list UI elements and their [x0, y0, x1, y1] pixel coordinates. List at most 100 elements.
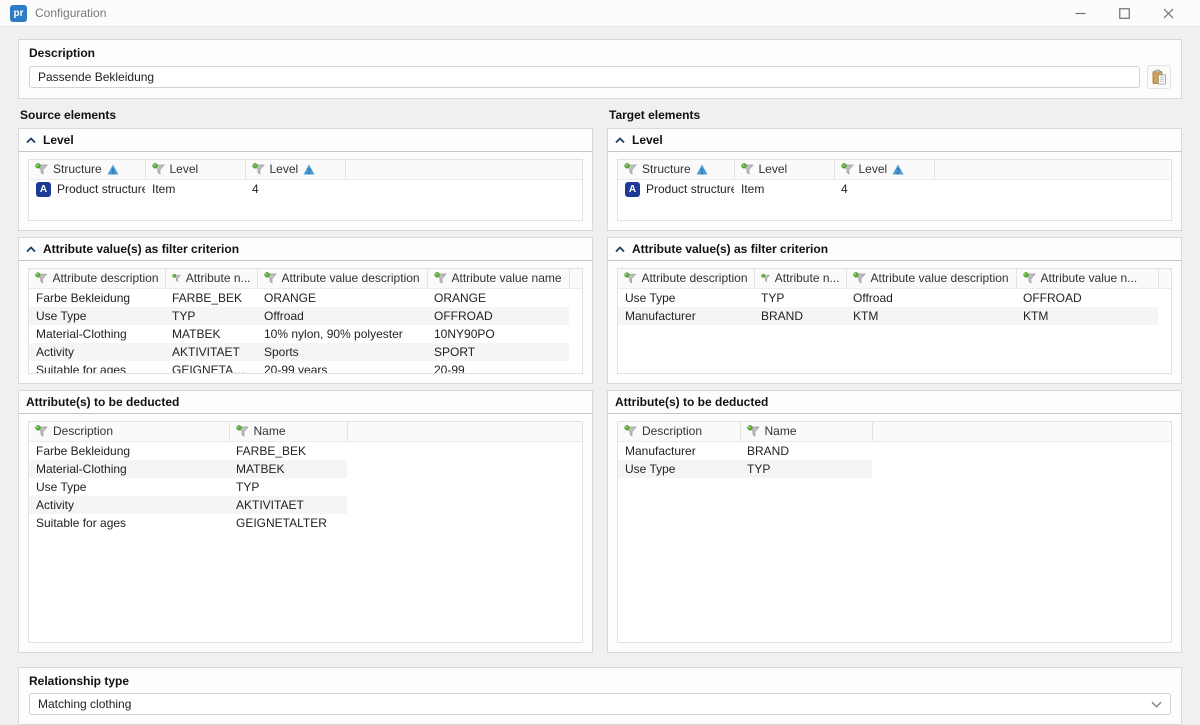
- column-header-filler: [1158, 269, 1171, 288]
- filter-icon: [434, 272, 447, 284]
- sort-ascending-icon: 1: [696, 164, 708, 175]
- relationship-type-label: Relationship type: [29, 674, 1171, 688]
- structure-type-icon: A: [625, 182, 640, 197]
- collapse-chevron-icon: [26, 246, 36, 253]
- table-row[interactable]: A Product structure Item 4: [29, 179, 582, 199]
- clipboard-icon: [1151, 69, 1167, 85]
- column-header-level[interactable]: Level: [734, 160, 834, 179]
- column-header-name[interactable]: Name: [229, 422, 347, 441]
- column-header-description[interactable]: Description: [618, 422, 740, 441]
- maximize-button[interactable]: [1102, 0, 1146, 27]
- description-input[interactable]: [29, 66, 1140, 88]
- column-header-level-number[interactable]: Level 2: [245, 160, 345, 179]
- source-level-table: Structure 1 Level Level: [29, 160, 582, 199]
- column-header-attribute-value-description[interactable]: Attribute value description: [257, 269, 427, 288]
- table-row[interactable]: Use TypeTYP OffroadOFFROAD: [618, 288, 1171, 307]
- app-icon: pr: [10, 5, 27, 22]
- column-header-attribute-description[interactable]: Attribute description: [29, 269, 165, 288]
- target-filter-section: Attribute value(s) as filter criterion A…: [607, 237, 1182, 384]
- minimize-button[interactable]: [1058, 0, 1102, 27]
- column-header-structure[interactable]: Structure 1: [29, 160, 145, 179]
- target-filter-header[interactable]: Attribute value(s) as filter criterion: [608, 238, 1181, 261]
- table-row[interactable]: Suitable for agesGEIGNETALTER 20-99 year…: [29, 361, 582, 375]
- description-label: Description: [29, 46, 1171, 60]
- table-row[interactable]: Suitable for agesGEIGNETALTER: [29, 514, 582, 532]
- table-row[interactable]: Use TypeTYP OffroadOFFROAD: [29, 307, 582, 325]
- column-header-level[interactable]: Level: [145, 160, 245, 179]
- filter-icon: [35, 272, 47, 284]
- filter-icon: [1023, 272, 1036, 284]
- source-filter-table: Attribute description Attribute n... Att…: [29, 269, 582, 374]
- content-area: Description Source elements: [0, 27, 1200, 725]
- maximize-icon: [1119, 8, 1130, 19]
- chevron-down-icon: [1151, 701, 1162, 708]
- filter-icon: [35, 425, 48, 437]
- source-deducted-header: Attribute(s) to be deducted: [19, 391, 592, 414]
- filter-icon: [172, 272, 181, 284]
- source-level-header[interactable]: Level: [19, 129, 592, 152]
- column-header-filler: [872, 422, 1171, 441]
- paste-button[interactable]: [1147, 65, 1171, 89]
- column-header-attribute-value-name[interactable]: Attribute value name: [427, 269, 569, 288]
- svg-text:2: 2: [307, 168, 311, 175]
- titlebar: pr Configuration: [0, 0, 1200, 27]
- column-header-description[interactable]: Description: [29, 422, 229, 441]
- column-header-filler: [934, 160, 1171, 179]
- table-row[interactable]: ActivityAKTIVITAET SportsSPORT: [29, 343, 582, 361]
- column-header-structure[interactable]: Structure 1: [618, 160, 734, 179]
- table-row[interactable]: A Product structure Item 4: [618, 179, 1171, 199]
- target-level-header[interactable]: Level: [608, 129, 1181, 152]
- target-filter-table: Attribute description Attribute n... Att…: [618, 269, 1171, 325]
- close-button[interactable]: [1146, 0, 1190, 27]
- source-deducted-section: Attribute(s) to be deducted Description: [18, 390, 593, 653]
- target-level-table: Structure 1 Level Level: [618, 160, 1171, 199]
- table-row[interactable]: Use TypeTYP: [618, 460, 1171, 478]
- svg-text:1: 1: [700, 168, 704, 175]
- column-header-attribute-name[interactable]: Attribute n...: [754, 269, 846, 288]
- section-title: Level: [43, 133, 74, 147]
- filter-icon: [841, 163, 854, 175]
- source-column: Source elements Level Structu: [18, 108, 593, 659]
- target-deducted-table: Description Name ManufacturerB: [618, 422, 1171, 478]
- sort-ascending-icon: 2: [303, 164, 315, 175]
- section-title: Attribute(s) to be deducted: [615, 395, 768, 409]
- column-header-level-number[interactable]: Level 2: [834, 160, 934, 179]
- structure-type-icon: A: [36, 182, 51, 197]
- table-row[interactable]: ActivityAKTIVITAET: [29, 496, 582, 514]
- target-deducted-section: Attribute(s) to be deducted Description: [607, 390, 1182, 653]
- sort-ascending-icon: 1: [107, 164, 119, 175]
- filter-icon: [152, 163, 165, 175]
- column-header-filler: [569, 269, 582, 288]
- section-title: Attribute value(s) as filter criterion: [632, 242, 828, 256]
- filter-icon: [264, 272, 277, 284]
- window-controls: [1058, 0, 1190, 27]
- target-elements-title: Target elements: [609, 108, 1182, 122]
- table-row[interactable]: Farbe BekleidungFARBE_BEK ORANGEORANGE: [29, 288, 582, 307]
- svg-text:2: 2: [896, 168, 900, 175]
- target-deducted-header: Attribute(s) to be deducted: [608, 391, 1181, 414]
- relationship-type-select[interactable]: Matching clothing: [29, 693, 1171, 715]
- section-title: Attribute(s) to be deducted: [26, 395, 179, 409]
- source-filter-section: Attribute value(s) as filter criterion A…: [18, 237, 593, 384]
- source-filter-header[interactable]: Attribute value(s) as filter criterion: [19, 238, 592, 261]
- table-row[interactable]: Farbe BekleidungFARBE_BEK: [29, 441, 582, 460]
- svg-text:1: 1: [111, 168, 115, 175]
- column-header-attribute-value-name[interactable]: Attribute value n...: [1016, 269, 1158, 288]
- column-header-name[interactable]: Name: [740, 422, 872, 441]
- table-row[interactable]: Use TypeTYP: [29, 478, 582, 496]
- filter-icon: [741, 163, 754, 175]
- collapse-chevron-icon: [615, 246, 625, 253]
- table-row[interactable]: Material-ClothingMATBEK: [29, 460, 582, 478]
- column-header-filler: [345, 160, 582, 179]
- minimize-icon: [1075, 8, 1086, 19]
- table-row[interactable]: ManufacturerBRAND KTMKTM: [618, 307, 1171, 325]
- column-header-attribute-value-description[interactable]: Attribute value description: [846, 269, 1016, 288]
- window-title: Configuration: [35, 6, 106, 20]
- column-header-attribute-description[interactable]: Attribute description: [618, 269, 754, 288]
- target-column: Target elements Level Structu: [607, 108, 1182, 659]
- table-row[interactable]: Material-ClothingMATBEK 10% nylon, 90% p…: [29, 325, 582, 343]
- section-title: Attribute value(s) as filter criterion: [43, 242, 239, 256]
- column-header-attribute-name[interactable]: Attribute n...: [165, 269, 257, 288]
- table-row[interactable]: ManufacturerBRAND: [618, 441, 1171, 460]
- filter-icon: [761, 272, 770, 284]
